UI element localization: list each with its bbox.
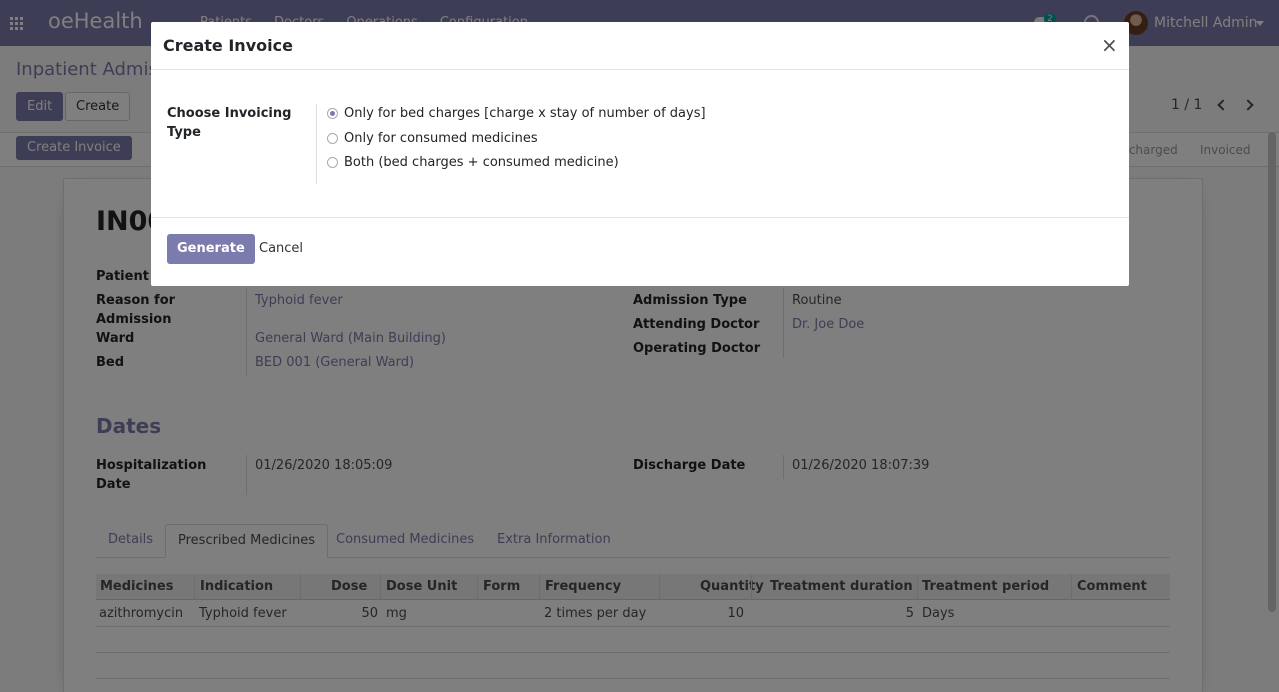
- option-label[interactable]: Only for consumed medicines: [344, 131, 538, 146]
- invoicing-option-bed-charges[interactable]: Only for bed charges [charge x stay of n…: [327, 104, 706, 122]
- invoicing-option-both[interactable]: Both (bed charges + consumed medicine): [327, 153, 619, 171]
- radio-checked-icon[interactable]: [327, 107, 338, 119]
- dialog-footer: Generate Cancel: [151, 217, 1129, 286]
- dialog-header: Create Invoice ×: [151, 22, 1129, 70]
- option-label[interactable]: Both (bed charges + consumed medicine): [344, 155, 619, 170]
- field-separator: [316, 104, 317, 184]
- option-label[interactable]: Only for bed charges [charge x stay of n…: [344, 106, 706, 121]
- generate-button[interactable]: Generate: [167, 234, 255, 264]
- radio-icon[interactable]: [327, 132, 338, 144]
- invoicing-option-consumed-medicines[interactable]: Only for consumed medicines: [327, 129, 538, 147]
- dialog-title: Create Invoice: [163, 36, 293, 55]
- create-invoice-dialog: Create Invoice × Choose Invoicing Type O…: [151, 22, 1129, 286]
- radio-icon[interactable]: [327, 156, 338, 168]
- cancel-button[interactable]: Cancel: [259, 234, 303, 264]
- invoicing-type-label: Choose Invoicing Type: [167, 106, 292, 140]
- close-icon[interactable]: ×: [1101, 35, 1118, 55]
